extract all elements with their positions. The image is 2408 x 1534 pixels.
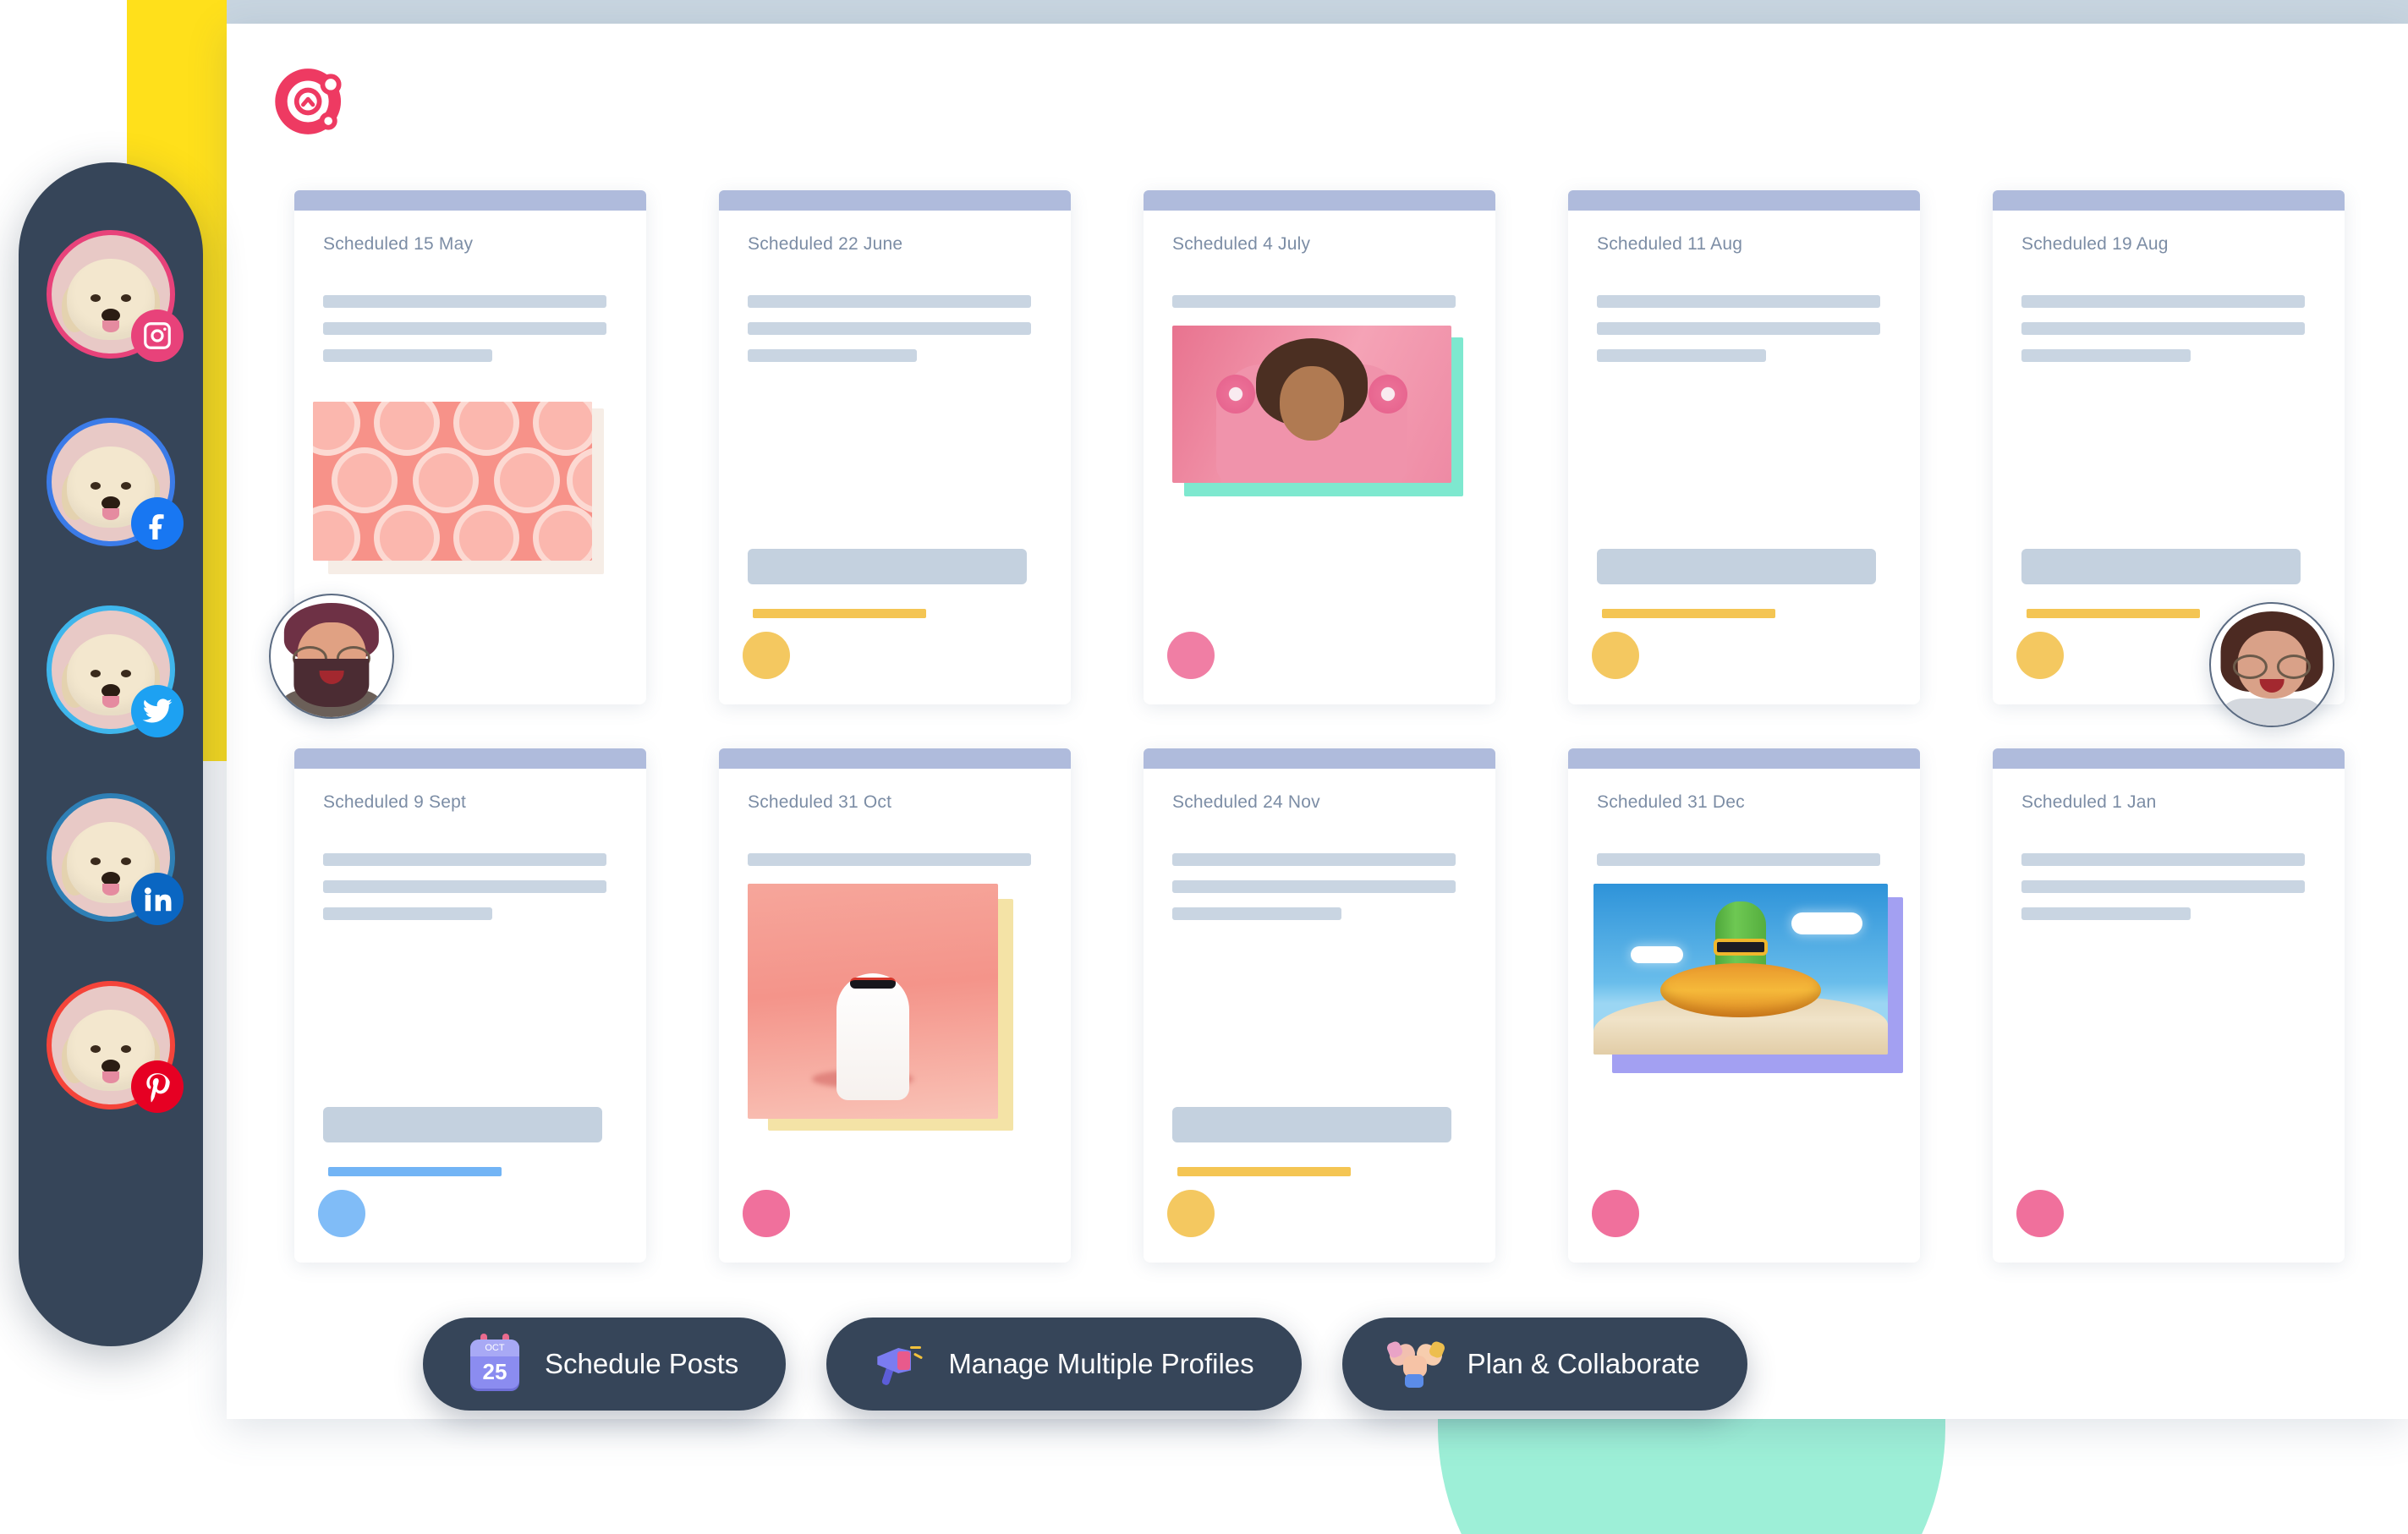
social-profile-rail [19,162,203,1346]
card-title: Scheduled 19 Aug [2021,234,2169,254]
linkedin-icon [131,873,184,925]
post-card[interactable]: Scheduled 11 Aug [1568,190,1920,704]
sidebar-item-twitter[interactable] [47,605,184,737]
sidebar-item-facebook[interactable] [47,418,184,550]
card-topbar [294,190,646,211]
author-avatar-dot [318,1190,365,1237]
status-accent-bar [328,1167,502,1176]
post-card[interactable]: Scheduled 4 July [1144,190,1495,704]
post-card[interactable]: Scheduled 24 Nov [1144,748,1495,1263]
post-card[interactable]: Scheduled 31 Oct [719,748,1071,1263]
schedule-posts-label: Schedule Posts [545,1348,739,1379]
author-avatar-dot [743,1190,790,1237]
status-accent-bar [2027,609,2200,618]
card-topbar [719,748,1071,769]
author-avatar-dot [1592,632,1639,679]
post-card[interactable]: Scheduled 1 Jan [1993,748,2345,1263]
card-title: Scheduled 15 May [323,234,474,254]
calendar-month-label: OCT [470,1340,519,1356]
post-card[interactable]: Scheduled 9 Sept [294,748,646,1263]
manage-multiple-profiles-button[interactable]: Manage Multiple Profiles [826,1318,1302,1411]
plan-and-collaborate-label: Plan & Collaborate [1467,1348,1700,1379]
post-media-pink-portrait [1172,326,1451,483]
card-title: Scheduled 11 Aug [1597,234,1743,254]
collaborator-avatar-woman-glasses[interactable] [2209,602,2334,727]
content-block-placeholder [323,1107,602,1142]
plan-and-collaborate-button[interactable]: Plan & Collaborate [1341,1318,1747,1411]
card-title: Scheduled 4 July [1172,234,1311,254]
twitter-icon [131,685,184,737]
publer-logo-icon[interactable] [271,61,352,142]
skeleton-lines [1172,853,1495,920]
status-accent-bar [1602,609,1775,618]
sidebar-item-pinterest[interactable] [47,981,184,1113]
skeleton-lines [1172,295,1495,308]
skeleton-lines [323,295,646,362]
manage-multiple-profiles-label: Manage Multiple Profiles [948,1348,1254,1379]
content-block-placeholder [1172,1107,1451,1142]
content-block-placeholder [748,549,1027,584]
card-topbar [1993,748,2345,769]
post-media-ghost-sunglasses [748,884,998,1119]
post-card[interactable]: Scheduled 31 Dec [1568,748,1920,1263]
content-block-placeholder [1597,549,1876,584]
skeleton-lines [748,295,1071,362]
page-root: Scheduled 15 May Scheduled 22 June Sched… [0,0,2408,1534]
pinterest-icon [131,1060,184,1113]
instagram-icon [131,310,184,362]
skeleton-lines [2021,295,2345,362]
hands-together-icon [1385,1340,1446,1388]
calendar-day-label: 25 [482,1359,507,1384]
schedule-posts-button[interactable]: OCT 25 Schedule Posts [423,1318,787,1411]
content-block-placeholder [2021,549,2301,584]
megaphone-icon [874,1341,924,1387]
skeleton-lines [748,853,1071,866]
card-topbar [1144,190,1495,211]
author-avatar-dot [1167,632,1215,679]
author-avatar-dot [1167,1190,1215,1237]
skeleton-lines [2021,853,2345,920]
status-accent-bar [1177,1167,1351,1176]
card-title: Scheduled 31 Dec [1597,792,1745,812]
post-media-beach-cactus [1593,884,1888,1055]
card-topbar [719,190,1071,211]
feature-pill-row: OCT 25 Schedule Posts Manage Multiple Pr… [423,1318,1747,1411]
card-title: Scheduled 9 Sept [323,792,466,812]
post-card[interactable]: Scheduled 22 June [719,190,1071,704]
facebook-icon [131,497,184,550]
skeleton-lines [1597,295,1920,362]
author-avatar-dot [2016,1190,2064,1237]
scheduled-posts-grid: Scheduled 15 May Scheduled 22 June Sched… [294,190,2358,1263]
card-topbar [1568,748,1920,769]
author-avatar-dot [2016,632,2064,679]
card-topbar [1993,190,2345,211]
card-title: Scheduled 22 June [748,234,903,254]
calendar-icon: OCT 25 [470,1334,519,1389]
skeleton-lines [1597,853,1920,866]
card-topbar [1144,748,1495,769]
card-title: Scheduled 31 Oct [748,792,892,812]
author-avatar-dot [1592,1190,1639,1237]
collaborator-avatar-bearded-man[interactable] [269,594,394,719]
status-accent-bar [753,609,926,618]
card-topbar [294,748,646,769]
author-avatar-dot [743,632,790,679]
skeleton-lines [323,853,646,920]
post-media-citrus-pattern [313,402,592,561]
browser-chrome-bar [227,0,2408,24]
sidebar-item-instagram[interactable] [47,230,184,362]
card-title: Scheduled 1 Jan [2021,792,2157,812]
sidebar-item-linkedin[interactable] [47,793,184,925]
card-title: Scheduled 24 Nov [1172,792,1320,812]
card-topbar [1568,190,1920,211]
